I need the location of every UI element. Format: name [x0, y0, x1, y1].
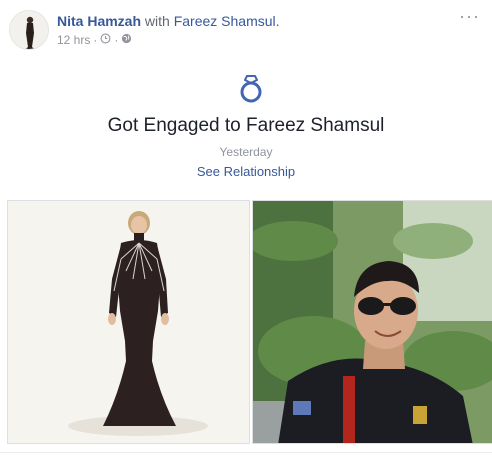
author-avatar[interactable] [9, 10, 49, 50]
life-event-date: Yesterday [219, 145, 273, 159]
ring-icon [238, 74, 264, 104]
avatar-image [10, 11, 48, 49]
see-relationship-link[interactable]: See Relationship [0, 164, 492, 179]
post-divider [0, 452, 492, 453]
tagged-user-link[interactable]: Fareez Shamsul. [174, 13, 280, 29]
author-name-link[interactable]: Nita Hamzah [57, 13, 141, 29]
globe-icon[interactable] [121, 33, 132, 47]
gown-photo-image [8, 201, 249, 443]
with-text: with [144, 13, 170, 29]
photo-woman-gown[interactable] [7, 200, 250, 444]
life-event-title: Got Engaged to Fareez Shamsul [107, 115, 385, 136]
meta-separator: · [114, 33, 119, 47]
post-header: Nita Hamzah with Fareez Shamsul. [57, 13, 280, 29]
post-meta: 12 hrs · · [57, 33, 132, 47]
post-timestamp[interactable]: 12 hrs [57, 33, 90, 47]
more-options-button[interactable]: ··· [459, 6, 480, 27]
man-photo-image [253, 201, 492, 443]
meta-separator: · [93, 33, 98, 47]
photo-man-sunglasses[interactable] [252, 200, 492, 444]
clock-icon [100, 33, 111, 47]
